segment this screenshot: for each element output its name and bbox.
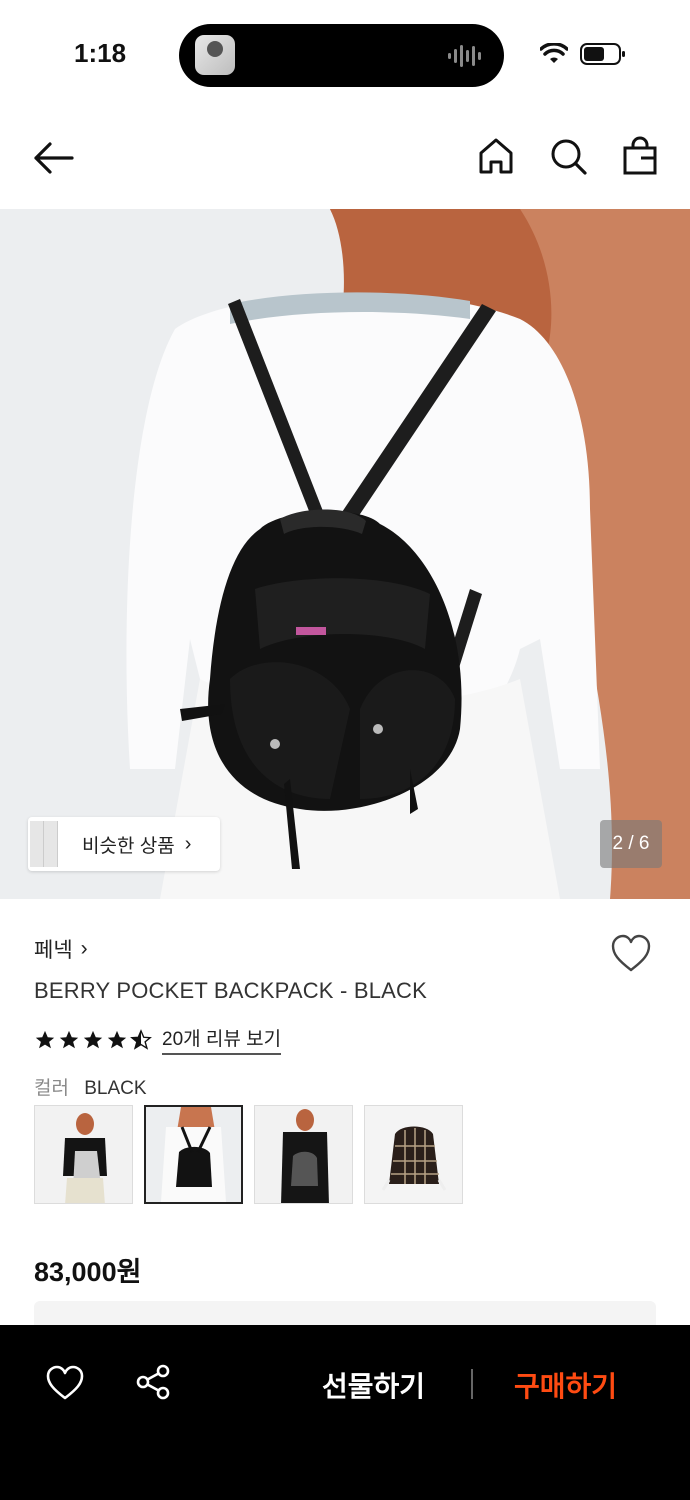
rating-row: 20개 리뷰 보기 xyxy=(34,1024,282,1055)
color-label: 컬러 xyxy=(34,1078,69,1099)
color-swatch[interactable] xyxy=(364,1105,463,1204)
chevron-right-icon: › xyxy=(80,937,88,960)
brand-link[interactable]: 페넥 › xyxy=(34,934,88,964)
now-playing-thumbnail xyxy=(195,35,235,75)
star-half-icon xyxy=(130,1028,152,1050)
search-icon[interactable] xyxy=(548,136,588,176)
wishlist-heart-icon[interactable] xyxy=(610,934,652,974)
product-image-carousel[interactable] xyxy=(0,209,690,899)
star-full-icon xyxy=(59,1030,79,1048)
review-link[interactable]: 20개 리뷰 보기 xyxy=(162,1024,282,1055)
similar-products-label: 비슷한 상품 xyxy=(82,835,175,857)
back-arrow-icon[interactable] xyxy=(30,138,76,178)
bottom-action-bar: 선물하기 구매하기 xyxy=(0,1325,690,1500)
similar-products-button[interactable]: 비슷한 상품 › xyxy=(28,817,220,871)
similar-products-thumbnails xyxy=(28,817,62,871)
product-name: BERRY POCKET BACKPACK - BLACK xyxy=(34,978,427,1003)
audio-wave-icon xyxy=(448,45,481,67)
star-full-icon xyxy=(107,1030,127,1048)
divider xyxy=(471,1369,473,1399)
top-nav xyxy=(0,110,690,210)
battery-icon xyxy=(580,43,625,65)
product-price: 83,000원 xyxy=(34,1257,142,1287)
brand-name: 페넥 xyxy=(34,939,73,962)
color-swatch-selected[interactable] xyxy=(144,1105,243,1204)
gift-button[interactable]: 선물하기 xyxy=(322,1365,425,1405)
color-value: BLACK xyxy=(84,1078,147,1099)
color-row: 컬러 BLACK xyxy=(34,1073,147,1100)
star-rating xyxy=(34,1028,152,1051)
chevron-right-icon: › xyxy=(184,832,192,855)
color-swatch[interactable] xyxy=(254,1105,353,1204)
shopping-bag-icon[interactable] xyxy=(620,136,660,176)
buy-button[interactable]: 구매하기 xyxy=(514,1365,617,1405)
share-icon[interactable] xyxy=(134,1363,172,1401)
heart-icon[interactable] xyxy=(46,1365,84,1401)
home-icon[interactable] xyxy=(476,136,516,176)
image-page-counter: 2 / 6 xyxy=(600,820,662,868)
status-time: 1:18 xyxy=(74,38,127,68)
color-swatch[interactable] xyxy=(34,1105,133,1204)
dynamic-island[interactable] xyxy=(179,24,504,87)
wifi-icon xyxy=(540,43,568,63)
star-full-icon xyxy=(83,1030,103,1048)
star-full-icon xyxy=(35,1030,55,1048)
color-swatches xyxy=(34,1105,463,1204)
product-photo xyxy=(0,209,690,899)
status-bar: 1:18 xyxy=(0,0,690,110)
